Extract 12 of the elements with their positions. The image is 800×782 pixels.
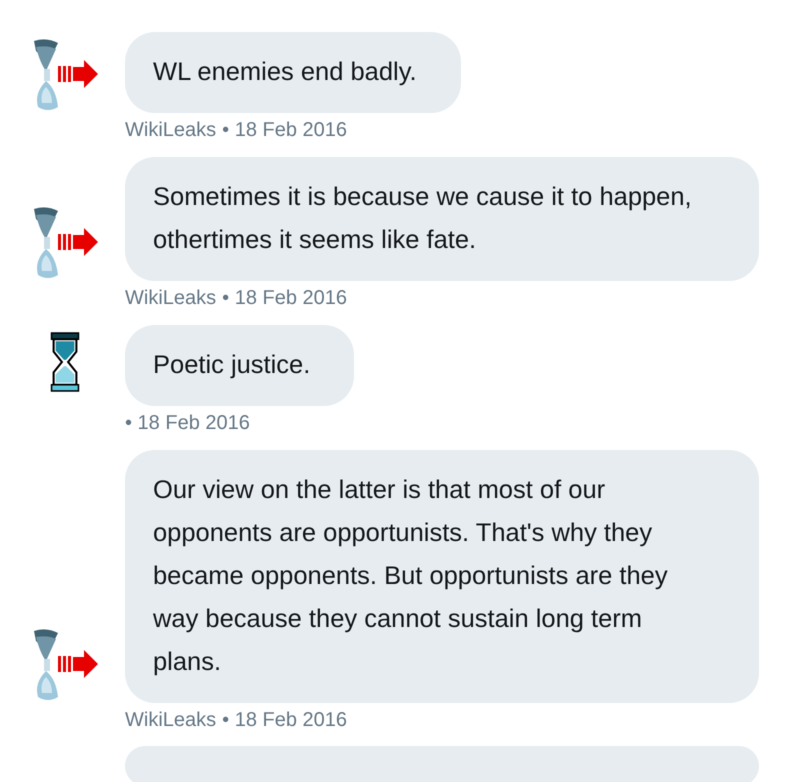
- message-bubble: Poetic justice.: [125, 325, 354, 406]
- message-bubble: Our view on the latter is that most of our opponents are opportunists. That's why they became opponents. But opportunists are they way because they cannot sustain long term plans.: [125, 450, 759, 703]
- sender-name: WikiLeaks: [125, 118, 216, 143]
- sender-name: WikiLeaks: [125, 708, 216, 733]
- message-date: • 18 Feb 2016: [125, 411, 250, 436]
- hourglass-icon: [50, 332, 80, 392]
- message-date: • 18 Feb 2016: [222, 708, 348, 733]
- sender-name: WikiLeaks: [125, 286, 216, 311]
- message-bubble: Sometimes it is because we cause it to happen, othertimes it seems like fate.: [125, 157, 759, 281]
- message-date: • 18 Feb 2016: [222, 286, 348, 311]
- message-date: • 18 Feb 2016: [222, 118, 348, 143]
- message-bubble: WL enemies end badly.: [125, 32, 461, 113]
